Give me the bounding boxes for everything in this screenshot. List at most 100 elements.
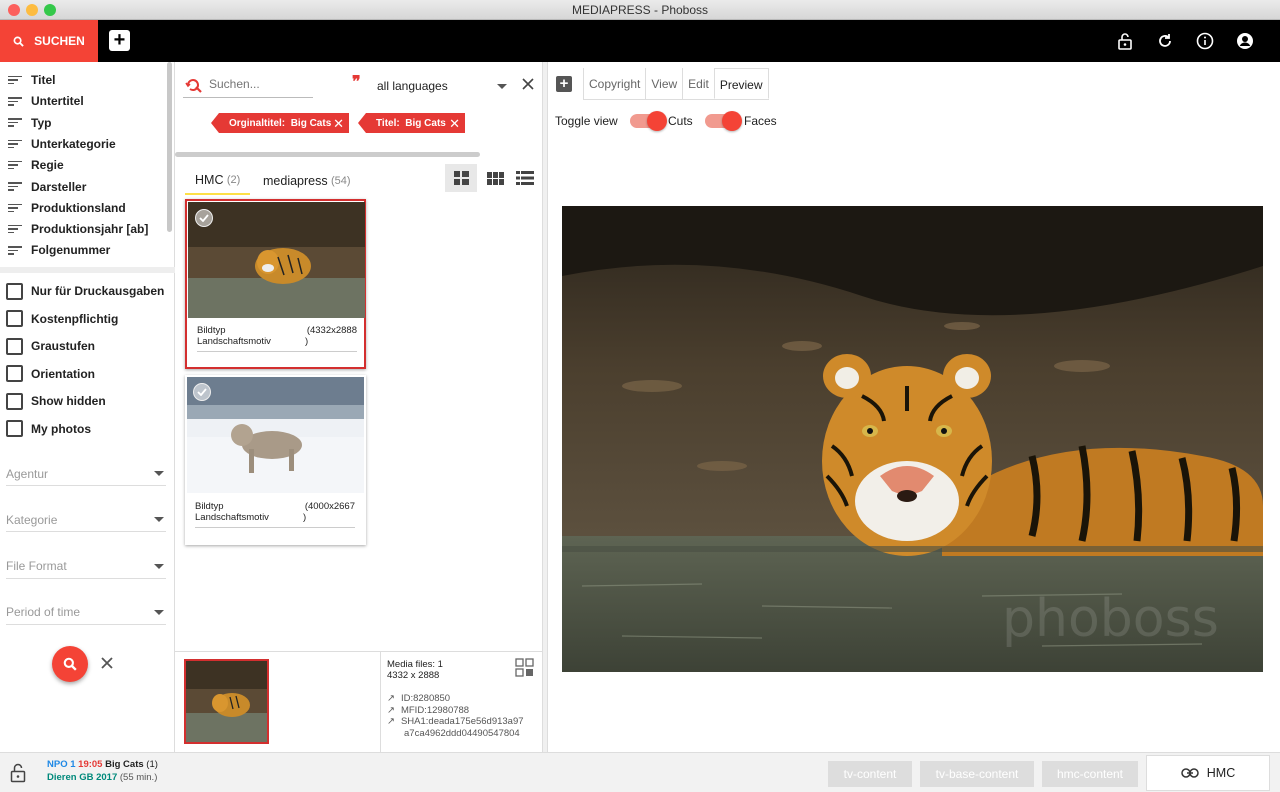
tv-content-button[interactable]: tv-content [828,761,912,787]
filter-item[interactable]: Produktionsland [0,198,126,218]
filter-dropdown[interactable]: File Format [6,555,166,579]
media-files-count: Media files: 1 [387,659,443,670]
run-search-button[interactable] [52,646,88,682]
filter-dropdown[interactable]: Kategorie [6,508,166,533]
hmc-content-button[interactable]: hmc-content [1042,761,1138,787]
list-view-button[interactable] [512,164,538,192]
filter-dropdown[interactable]: Period of time [6,601,166,625]
language-select[interactable]: all languages [377,76,507,96]
results-panel: ❞ all languages Orginaltitel: Big Cats ✕… [175,62,542,752]
option-checkbox[interactable]: Graustufen [6,337,95,355]
checkbox-box[interactable] [6,365,23,382]
filter-label: Darsteller [31,179,87,194]
card-subtype: Landschaftsmotiv [197,336,271,347]
sha1-row[interactable]: ↗ SHA1:deada175e56d913a97 [387,716,524,728]
faces-toggle[interactable] [705,111,742,131]
tab-hmc[interactable]: HMC (2) [185,167,251,195]
quote-icon[interactable]: ❞ [352,75,361,91]
checkbox-box[interactable] [6,392,23,410]
filter-label: Folgenummer [31,243,111,258]
hmc-link-button[interactable]: HMC [1146,755,1270,791]
large-grid-view-button[interactable] [445,164,477,192]
filter-chip-originaltitel[interactable]: Orginaltitel: Big Cats ✕ [211,113,349,133]
filter-item[interactable]: Produktionsjahr [ab] [0,219,148,239]
small-grid-view-button[interactable] [482,164,508,192]
lock-icon[interactable] [1114,30,1136,52]
select-checkbox[interactable] [193,383,211,401]
tiger-thumbnail [188,202,365,318]
close-icon[interactable]: ✕ [449,116,460,132]
search-icon [185,76,203,97]
zoom-window-button[interactable] [44,4,56,16]
checkbox-box[interactable] [6,337,23,355]
filter-icon [8,75,22,85]
filter-icon [8,118,22,127]
filter-item[interactable]: Untertitel [0,91,84,111]
clear-filters-button[interactable] [100,656,114,673]
card-type: Bildtyp [195,501,224,512]
selected-thumbnail[interactable] [184,659,269,744]
filter-splitter[interactable] [0,267,175,273]
info-icon[interactable] [1194,30,1216,52]
filter-chip-titel[interactable]: Titel: Big Cats ✕ [358,113,465,133]
filter-item[interactable]: Unterkategorie [0,134,116,154]
option-checkbox[interactable]: Kostenpflichtig [6,310,118,328]
clear-search-button[interactable] [521,77,535,94]
filter-label: Unterkategorie [31,136,116,151]
option-checkbox[interactable]: Show hidden [6,392,106,410]
tab-label: mediapress [263,174,328,188]
filter-icon [8,224,22,234]
close-window-button[interactable] [8,4,20,16]
tab-mediapress[interactable]: mediapress (54) [255,167,359,195]
result-card[interactable]: Bildtyp (4000x2667 Landschaftsmotiv) [185,375,366,545]
list-icon [516,171,534,185]
filter-label: Produktionsland [31,200,126,215]
checkbox-box[interactable] [6,310,23,327]
checkbox-label: Graustufen [31,339,96,353]
chip-value: Big Cats [290,117,332,129]
filter-label: Untertitel [31,94,84,109]
option-checkbox[interactable]: Nur für Druckausgaben [6,282,164,300]
minimize-window-button[interactable] [26,4,38,16]
add-button[interactable]: + [109,30,130,51]
program-show: Dieren GB 2017 [47,772,118,783]
filter-item[interactable]: Regie [0,155,64,175]
account-icon[interactable] [1234,30,1256,52]
search-mode-button[interactable]: SUCHEN [0,20,98,62]
filter-item[interactable]: Typ [0,113,51,133]
horizontal-scrollbar[interactable] [175,152,480,157]
refresh-icon[interactable] [1154,30,1176,52]
copy-icon[interactable] [515,658,535,681]
checkbox-box[interactable] [6,420,23,437]
tab-preview[interactable]: Preview [713,68,769,99]
tab-copyright[interactable]: Copyright [583,68,645,99]
filter-item[interactable]: Titel [0,70,55,90]
watermark-text: phoboss [1002,589,1219,649]
close-icon[interactable]: ✕ [333,116,344,132]
id-row[interactable]: ↗ ID:8280850 [387,693,524,705]
checkbox-box[interactable] [6,282,23,300]
result-card[interactable]: Bildtyp (4332x2888 Landschaftsmotiv) [185,199,366,369]
card-dimensions-end: ) [303,512,307,523]
filter-icon [8,246,22,255]
tv-base-content-button[interactable]: tv-base-content [920,761,1034,787]
channel-name: NPO 1 [47,759,76,770]
option-checkbox[interactable]: My photos [6,420,91,438]
mfid-row[interactable]: ↗ MFID:12980788 [387,705,524,717]
tab-view[interactable]: View [645,68,682,99]
checkbox-label: My photos [31,421,91,436]
filter-dropdown[interactable]: Agentur [6,462,166,486]
filter-item[interactable]: Folgenummer [0,240,110,260]
card-dimensions: (4332x2888 [306,325,357,336]
card-dimensions: (4000x2667 [304,501,355,512]
select-checkbox[interactable] [195,209,213,227]
tab-edit[interactable]: Edit [682,68,714,99]
lock-icon[interactable] [10,763,26,786]
now-playing-info: NPO 1 19:05 Big Cats (1) Dieren GB 2017 … [47,758,158,784]
filter-item[interactable]: Darsteller [0,177,86,197]
option-checkbox[interactable]: Orientation [6,365,95,383]
cuts-toggle[interactable] [630,111,667,131]
add-tab-button[interactable]: + [556,76,572,92]
filter-scrollbar[interactable] [167,62,172,232]
search-input[interactable] [209,74,339,94]
